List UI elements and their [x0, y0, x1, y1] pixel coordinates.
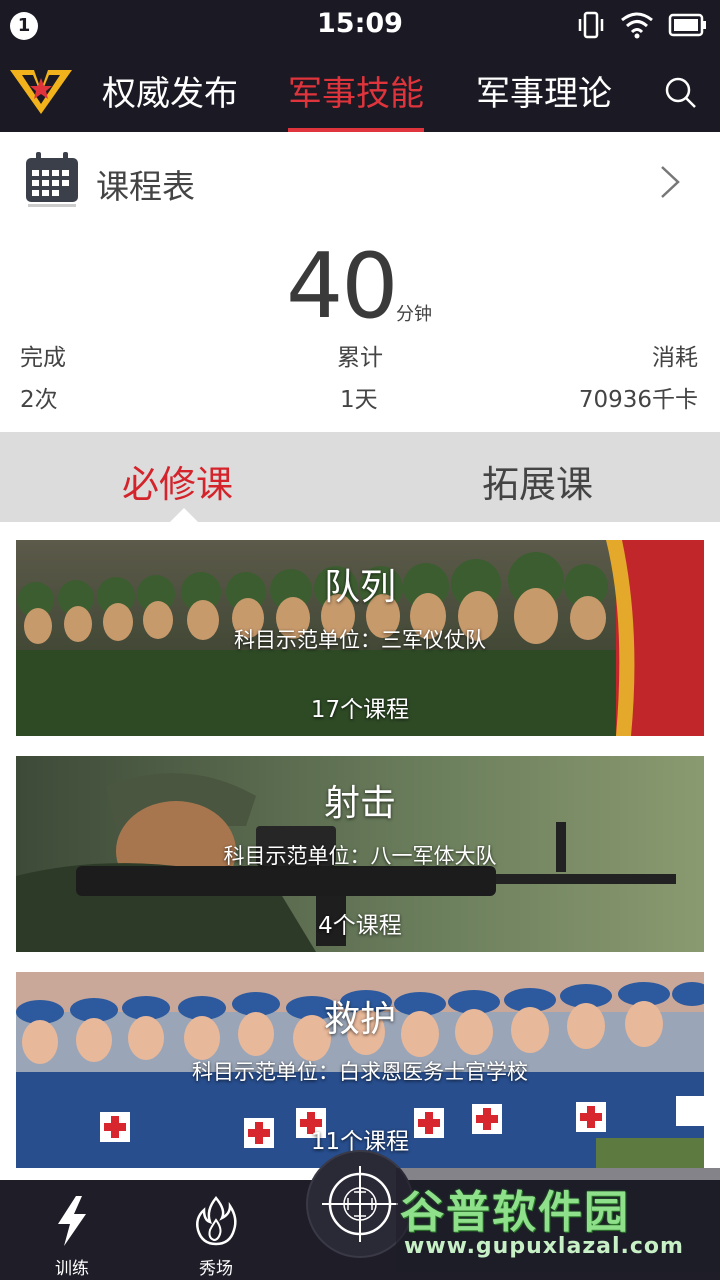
bottom-nav-label: 秀场 [199, 1259, 233, 1279]
course-card-drill[interactable]: 队列 科目示范单位：三军仪仗队 17个课程 [16, 540, 704, 736]
course-title: 射击 [323, 783, 396, 824]
tab-authority-release[interactable]: 权威发布 [102, 66, 238, 132]
calendar-icon [24, 150, 80, 212]
watermark-brand: 谷普软件园 [400, 1187, 630, 1238]
stat-consumed-value: 70936千卡 [578, 387, 698, 413]
course-card-first-aid[interactable]: 救护 科目示范单位：白求恩医务士官学校 11个课程 [16, 972, 704, 1168]
army-star-logo-icon[interactable] [8, 64, 74, 118]
minutes-unit: 分钟 [396, 304, 432, 325]
course-demo-unit: 科目示范单位：白求恩医务士官学校 [192, 1060, 528, 1084]
segment-extended-courses[interactable]: 拓展课 [482, 454, 593, 508]
tab-military-theory[interactable]: 军事理论 [476, 66, 612, 132]
watermark-overlay: 谷普软件园 www.gupuxlazal.com [396, 1168, 720, 1272]
bottom-nav-label: 训练 [55, 1259, 89, 1279]
segment-required-courses[interactable]: 必修课 [122, 454, 233, 508]
lightning-icon [52, 1196, 92, 1253]
course-demo-unit: 科目示范单位：三军仪仗队 [234, 628, 486, 652]
course-demo-unit: 科目示范单位：八一军体大队 [223, 844, 497, 868]
course-title: 救护 [323, 999, 396, 1040]
stat-completed-value: 2次 [20, 387, 58, 413]
course-title: 队列 [323, 567, 396, 608]
schedule-title: 课程表 [96, 167, 195, 206]
course-type-segment: 必修课 拓展课 [0, 432, 720, 522]
flame-icon [192, 1196, 240, 1253]
tab-military-skills[interactable]: 军事技能 [288, 66, 424, 132]
vibrate-icon [576, 10, 606, 44]
course-card-shooting[interactable]: 射击 科目示范单位：八一军体大队 4个课程 [16, 756, 704, 952]
segment-pointer [170, 508, 198, 522]
stat-cumulative-label: 累计 [337, 345, 383, 371]
schedule-row[interactable]: 课程表 [0, 132, 720, 232]
stat-consumed-label: 消耗 [652, 345, 698, 371]
status-bar: 1 15:09 [0, 0, 720, 52]
wifi-icon [620, 11, 654, 43]
top-nav: 权威发布 军事技能 军事理论 [0, 52, 720, 132]
stat-cumulative-value: 1天 [340, 387, 378, 413]
stat-completed-label: 完成 [20, 345, 66, 371]
total-minutes: 40 [286, 234, 399, 339]
search-icon[interactable] [664, 76, 698, 114]
course-count: 17个课程 [310, 697, 410, 723]
battery-icon [668, 12, 708, 42]
chevron-right-icon[interactable] [658, 164, 682, 204]
bottom-nav-training[interactable]: 训练 [32, 1194, 112, 1279]
watermark-url: www.gupuxlazal.com [404, 1234, 684, 1259]
bottom-nav-showcase[interactable]: 秀场 [176, 1194, 256, 1279]
course-count: 4个课程 [318, 913, 402, 939]
